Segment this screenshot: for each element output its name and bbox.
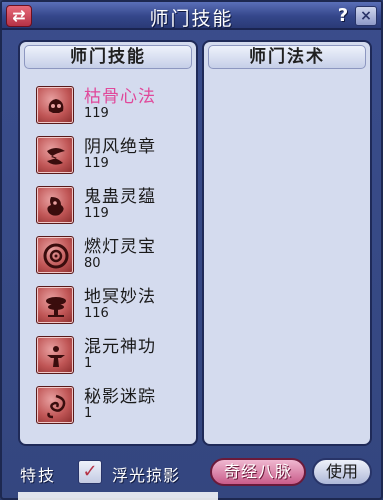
skill-level: 119 <box>84 106 109 121</box>
tree-icon[interactable] <box>36 286 74 324</box>
skill-level: 119 <box>84 206 109 221</box>
skills-panel-header: 师门技能 <box>24 45 192 69</box>
help-icon[interactable]: ? <box>333 5 353 27</box>
skill-level: 1 <box>84 406 93 421</box>
skill-item[interactable]: 秘影迷踪 1 <box>28 380 190 430</box>
skill-list: 枯骨心法 119 阴风绝章 119 鬼蛊灵蕴 119 燃灯灵宝 80 地冥妙法 … <box>28 80 190 430</box>
bottom-bar: 特技 ✓ 浮光掠影 奇经八脉 使用 <box>2 454 381 490</box>
skill-level: 1 <box>84 356 93 371</box>
skill-name: 枯骨心法 <box>84 87 156 107</box>
window-title: 师门技能 <box>149 8 234 30</box>
close-icon[interactable]: × <box>355 6 377 26</box>
wind-scroll-icon[interactable] <box>36 136 74 174</box>
skill-item[interactable]: 枯骨心法 119 <box>28 80 190 130</box>
spells-panel-header: 师门法术 <box>208 45 366 69</box>
skill-name: 阴风绝章 <box>84 137 156 157</box>
skill-name: 混元神功 <box>84 337 156 357</box>
skill-level: 80 <box>84 256 101 271</box>
skill-item[interactable]: 燃灯灵宝 80 <box>28 230 190 280</box>
skill-item[interactable]: 地冥妙法 116 <box>28 280 190 330</box>
skill-item[interactable]: 阴风绝章 119 <box>28 130 190 180</box>
lamp-ring-icon[interactable] <box>36 236 74 274</box>
title-bar[interactable]: ⇄ 师门技能 ? × <box>2 2 381 30</box>
ghost-spirit-icon[interactable] <box>36 186 74 224</box>
figure-icon[interactable] <box>36 336 74 374</box>
skill-window: ⇄ 师门技能 ? × 师门技能 枯骨心法 119 阴风绝章 119 鬼蛊灵蕴 1… <box>0 0 383 500</box>
skill-name: 鬼蛊灵蕴 <box>84 187 156 207</box>
skill-level: 116 <box>84 306 109 321</box>
skill-name: 地冥妙法 <box>84 287 156 307</box>
skill-name: 秘影迷踪 <box>84 387 156 407</box>
skill-item[interactable]: 鬼蛊灵蕴 119 <box>28 180 190 230</box>
skill-level: 119 <box>84 156 109 171</box>
skill-name: 燃灯灵宝 <box>84 237 156 257</box>
bottom-strip <box>18 492 218 500</box>
skills-panel: 师门技能 枯骨心法 119 阴风绝章 119 鬼蛊灵蕴 119 燃灯灵宝 80 … <box>18 40 198 446</box>
checkbox-label[interactable]: 浮光掠影 <box>112 462 180 486</box>
swirl-icon[interactable] <box>36 386 74 424</box>
spells-panel: 师门法术 <box>202 40 372 446</box>
floating-light-checkbox[interactable]: ✓ <box>78 460 102 484</box>
skill-item[interactable]: 混元神功 1 <box>28 330 190 380</box>
meridian-button[interactable]: 奇经八脉 <box>210 458 306 486</box>
use-button[interactable]: 使用 <box>312 458 372 486</box>
special-label: 特技 <box>20 466 57 485</box>
skull-icon[interactable] <box>36 86 74 124</box>
